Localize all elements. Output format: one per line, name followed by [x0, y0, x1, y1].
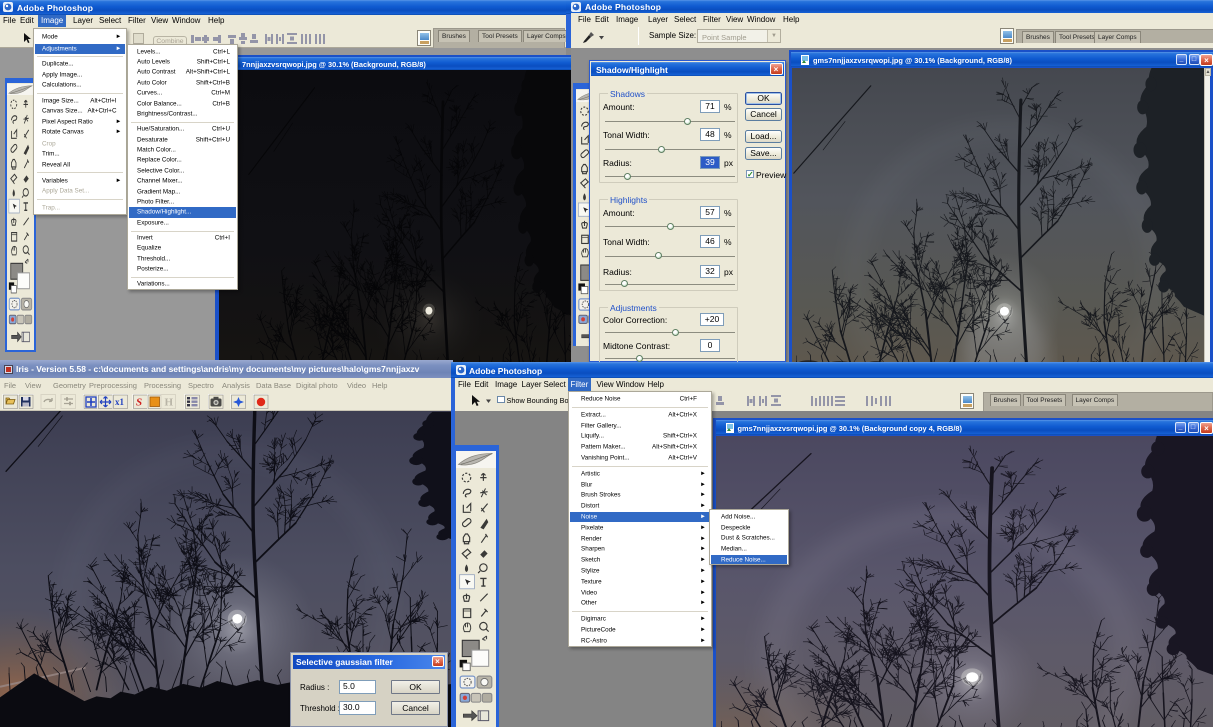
svg-text:x1: x1 [115, 397, 125, 407]
svg-text:S: S [136, 397, 142, 409]
svg-text:H: H [165, 397, 174, 409]
